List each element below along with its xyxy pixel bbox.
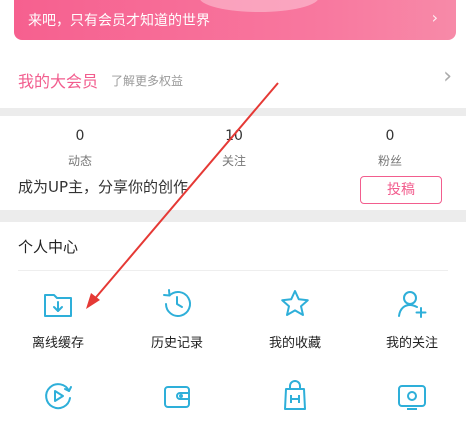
big-vip-title: 我的大会员 (18, 72, 99, 91)
stat-following[interactable]: 10 关注 (194, 128, 274, 169)
section-title: 个人中心 (18, 238, 79, 256)
grid-item-watch-later[interactable] (3, 378, 113, 424)
wallet-icon (159, 378, 195, 414)
stat-fans[interactable]: 0 粉丝 (350, 128, 430, 169)
grid-item-offline-cache[interactable]: 离线缓存 (3, 286, 113, 351)
grid-item-favorites[interactable]: 我的收藏 (240, 286, 350, 351)
vip-banner[interactable]: 来吧，只有会员才知道的世界 › (14, 0, 456, 40)
chevron-right-icon: › (431, 8, 438, 27)
chevron-right-icon: › (443, 64, 452, 89)
submit-button[interactable]: 投稿 (360, 176, 442, 204)
grid-item-history[interactable]: 历史记录 (122, 286, 232, 351)
grid-item-wallet[interactable] (122, 378, 232, 424)
big-vip-subtitle: 了解更多权益 (111, 74, 184, 88)
stat-label: 粉丝 (377, 154, 402, 168)
star-icon (277, 286, 313, 322)
grid-item-following[interactable]: 我的关注 (357, 286, 466, 351)
stat-label: 关注 (221, 154, 246, 168)
grid-item-shop[interactable] (240, 378, 350, 424)
stat-label: 动态 (67, 154, 92, 168)
grid-label: 我的关注 (385, 336, 438, 351)
grid-label: 历史记录 (150, 336, 203, 351)
add-user-icon (394, 286, 430, 322)
stat-dynamic[interactable]: 0 动态 (40, 128, 120, 169)
creator-promo-text: 成为UP主，分享你的创作 (18, 178, 189, 196)
grid-item-tv[interactable] (357, 378, 466, 424)
tv-icon (394, 378, 430, 414)
grid-label: 我的收藏 (268, 336, 321, 351)
vip-banner-text: 来吧，只有会员才知道的世界 (28, 13, 210, 29)
grid-label: 离线缓存 (31, 336, 84, 351)
play-later-icon (40, 378, 76, 414)
banner-decoration (199, 0, 319, 12)
stat-count: 0 (385, 128, 395, 144)
stat-count: 0 (75, 128, 85, 144)
big-vip-row[interactable]: 我的大会员 了解更多权益 › (0, 52, 466, 108)
stats-panel: 0 动态 10 关注 0 粉丝 成为UP主，分享你的创作 投稿 (0, 116, 466, 210)
history-clock-icon (159, 286, 195, 322)
shopping-bag-icon (277, 378, 313, 414)
stat-count: 10 (225, 128, 243, 144)
download-folder-icon (40, 286, 76, 322)
divider (18, 270, 448, 271)
